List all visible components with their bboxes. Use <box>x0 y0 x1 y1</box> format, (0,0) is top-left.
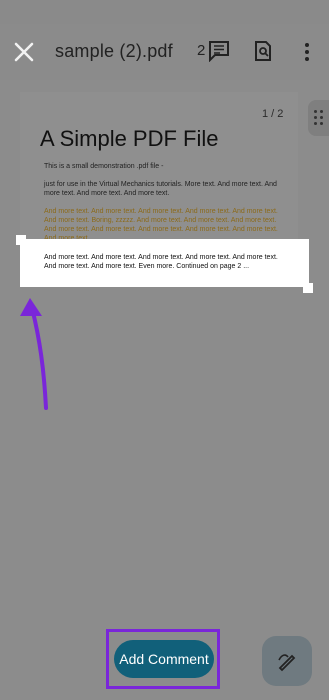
pdf-line: This is a small demonstration .pdf file … <box>44 163 164 170</box>
selection-handle-end[interactable] <box>303 283 313 293</box>
side-scroll-handle[interactable] <box>308 100 329 136</box>
pdf-paragraph-highlighted: And more text. And more text. And more t… <box>44 208 278 242</box>
close-icon[interactable] <box>10 38 38 66</box>
selected-paragraph: And more text. And more text. And more t… <box>44 254 278 270</box>
annotate-pen-icon <box>278 654 296 672</box>
pdf-title: A Simple PDF File <box>40 126 219 151</box>
add-comment-button[interactable]: Add Comment <box>114 640 214 678</box>
comment-icon[interactable] <box>208 40 230 62</box>
status-bar <box>0 0 329 24</box>
document-title: sample (2).pdf <box>55 41 173 61</box>
find-icon[interactable] <box>252 40 274 62</box>
more-icon[interactable] <box>297 40 317 64</box>
selection-handle-start[interactable] <box>16 235 26 245</box>
comment-count: 2 <box>197 42 206 59</box>
text-selection[interactable]: And more text. And more text. And more t… <box>20 239 309 287</box>
annotation-arrow-icon <box>20 298 48 410</box>
pdf-paragraph: just for use in the Virtual Mechanics tu… <box>44 181 277 197</box>
annotate-fab[interactable] <box>262 636 312 686</box>
page-indicator: 1 / 2 <box>262 108 284 120</box>
top-app-bar: sample (2).pdf 2 <box>0 24 329 80</box>
